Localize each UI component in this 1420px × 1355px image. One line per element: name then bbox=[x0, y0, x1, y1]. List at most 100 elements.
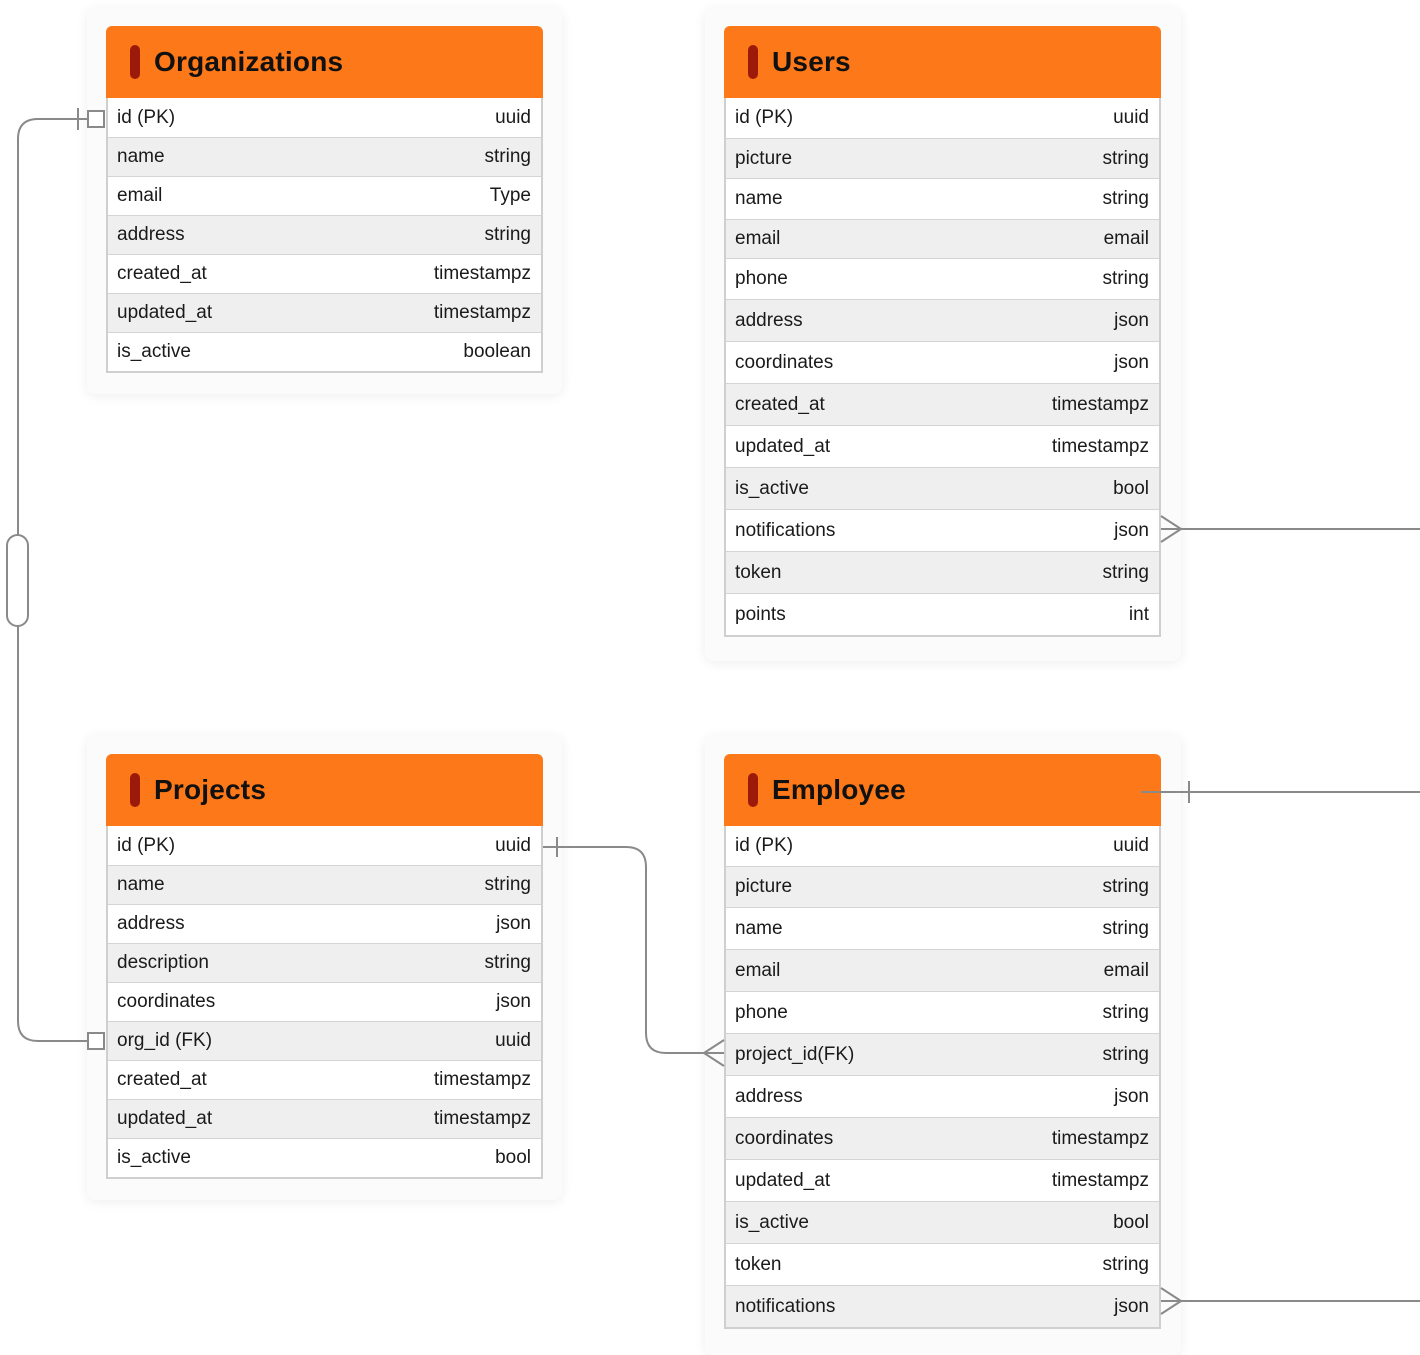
field-type: uuid bbox=[1113, 107, 1149, 128]
field-row[interactable]: created_at timestampz bbox=[108, 254, 541, 293]
field-name: updated_at bbox=[117, 302, 213, 323]
projects-table[interactable]: Projects id (PK) uuid name string address jso… bbox=[106, 754, 543, 1179]
field-row[interactable]: id (PK) uuid bbox=[108, 98, 541, 137]
users-title: Users bbox=[772, 46, 851, 77]
field-row[interactable]: updated_at timestampz bbox=[108, 1099, 541, 1138]
field-row[interactable]: name string bbox=[108, 865, 541, 904]
field-name: token bbox=[735, 561, 782, 583]
field-row[interactable]: project_id(FK) string bbox=[726, 1033, 1159, 1075]
field-type: email bbox=[1103, 228, 1149, 249]
field-row[interactable]: name string bbox=[726, 907, 1159, 949]
field-name: notifications bbox=[735, 1295, 836, 1317]
field-type: timestampz bbox=[1051, 393, 1149, 415]
field-row[interactable]: email email bbox=[726, 949, 1159, 991]
field-name: coordinates bbox=[117, 991, 216, 1012]
field-name: picture bbox=[735, 876, 793, 897]
field-type: string bbox=[1102, 1043, 1149, 1065]
field-name: name bbox=[117, 874, 165, 895]
field-type: uuid bbox=[495, 1030, 531, 1051]
field-name: is_active bbox=[735, 477, 809, 499]
field-row[interactable]: coordinates json bbox=[108, 982, 541, 1021]
field-row[interactable]: id (PK) uuid bbox=[726, 826, 1159, 866]
field-type: string bbox=[1102, 561, 1149, 583]
field-row[interactable]: token string bbox=[726, 551, 1159, 593]
field-row[interactable]: notifications json bbox=[726, 1285, 1159, 1327]
field-type: Type bbox=[489, 185, 531, 206]
field-name: phone bbox=[735, 1001, 788, 1023]
field-row[interactable]: name string bbox=[108, 137, 541, 176]
field-row[interactable]: id (PK) uuid bbox=[108, 826, 541, 865]
field-row[interactable]: is_active boolean bbox=[108, 332, 541, 371]
field-row[interactable]: email Type bbox=[108, 176, 541, 215]
field-row[interactable]: is_active bool bbox=[108, 1138, 541, 1177]
field-name: email bbox=[117, 185, 163, 206]
field-name: address bbox=[117, 913, 185, 934]
field-row[interactable]: coordinates timestampz bbox=[726, 1117, 1159, 1159]
field-row[interactable]: created_at timestampz bbox=[726, 383, 1159, 425]
field-name: org_id (FK) bbox=[117, 1030, 213, 1051]
field-row[interactable]: picture string bbox=[726, 866, 1159, 907]
field-name: email bbox=[735, 959, 781, 981]
field-type: json bbox=[1114, 519, 1149, 541]
field-name: created_at bbox=[117, 263, 207, 284]
field-type: string bbox=[1102, 876, 1149, 897]
projects-employee-connector bbox=[543, 846, 724, 1054]
employee-table[interactable]: Employee id (PK) uuid picture string name str… bbox=[724, 754, 1161, 1329]
field-name: token bbox=[735, 1253, 782, 1275]
field-row[interactable]: address json bbox=[726, 299, 1159, 341]
field-type: uuid bbox=[1113, 835, 1149, 856]
field-row[interactable]: org_id (FK) uuid bbox=[108, 1021, 541, 1060]
field-row[interactable]: notifications json bbox=[726, 509, 1159, 551]
field-row[interactable]: picture string bbox=[726, 138, 1159, 178]
field-row[interactable]: phone string bbox=[726, 991, 1159, 1033]
field-name: is_active bbox=[117, 341, 191, 362]
field-row[interactable]: name string bbox=[726, 178, 1159, 219]
field-row[interactable]: points int bbox=[726, 593, 1159, 635]
field-name: coordinates bbox=[735, 351, 834, 373]
field-row[interactable]: is_active bool bbox=[726, 1201, 1159, 1243]
field-row[interactable]: token string bbox=[726, 1243, 1159, 1285]
organizations-header[interactable]: Organizations bbox=[106, 26, 543, 98]
users-table[interactable]: Users id (PK) uuid picture string name string… bbox=[724, 26, 1161, 637]
field-row[interactable]: created_at timestampz bbox=[108, 1060, 541, 1099]
field-row[interactable]: address string bbox=[108, 215, 541, 254]
organizations-table[interactable]: Organizations id (PK) uuid name string email… bbox=[106, 26, 543, 373]
employee-header[interactable]: Employee bbox=[724, 754, 1161, 826]
field-type: timestampz bbox=[433, 1069, 531, 1090]
field-row[interactable]: updated_at timestampz bbox=[726, 1159, 1159, 1201]
header-accent-bar bbox=[748, 773, 758, 807]
field-name: name bbox=[735, 188, 783, 209]
field-row[interactable]: updated_at timestampz bbox=[726, 425, 1159, 467]
field-type: string bbox=[484, 224, 531, 245]
field-row[interactable]: phone string bbox=[726, 258, 1159, 299]
field-type: json bbox=[496, 991, 531, 1012]
field-type: timestampz bbox=[433, 1108, 531, 1129]
field-type: string bbox=[1102, 1001, 1149, 1023]
field-type: email bbox=[1103, 959, 1149, 981]
field-name: name bbox=[117, 146, 165, 167]
field-name: email bbox=[735, 228, 781, 249]
field-type: uuid bbox=[495, 834, 531, 856]
field-row[interactable]: id (PK) uuid bbox=[726, 98, 1159, 138]
field-name: id (PK) bbox=[735, 835, 794, 856]
header-accent-bar bbox=[130, 45, 140, 79]
field-name: address bbox=[117, 224, 185, 245]
employee-title: Employee bbox=[772, 774, 906, 805]
field-type: timestampz bbox=[433, 302, 531, 323]
field-row[interactable]: updated_at timestampz bbox=[108, 293, 541, 332]
field-row[interactable]: address json bbox=[726, 1075, 1159, 1117]
field-name: notifications bbox=[735, 519, 836, 541]
field-row[interactable]: email email bbox=[726, 219, 1159, 258]
field-row[interactable]: coordinates json bbox=[726, 341, 1159, 383]
users-header[interactable]: Users bbox=[724, 26, 1161, 98]
field-name: is_active bbox=[117, 1147, 191, 1168]
field-row[interactable]: description string bbox=[108, 943, 541, 982]
field-type: string bbox=[484, 874, 531, 895]
field-type: string bbox=[1102, 147, 1149, 169]
field-row[interactable]: is_active bool bbox=[726, 467, 1159, 509]
field-type: json bbox=[1114, 309, 1149, 331]
field-name: id (PK) bbox=[117, 106, 176, 128]
projects-header[interactable]: Projects bbox=[106, 754, 543, 826]
field-name: id (PK) bbox=[117, 834, 176, 856]
field-row[interactable]: address json bbox=[108, 904, 541, 943]
